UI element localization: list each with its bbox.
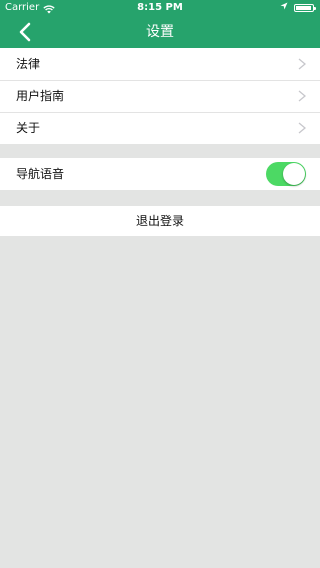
menu-item-label: 用户指南 (16, 89, 65, 103)
chevron-right-icon (298, 122, 306, 134)
nav-bar: 设置 (0, 16, 320, 48)
battery-icon (294, 4, 316, 12)
status-time: 8:15 PM (137, 2, 183, 13)
menu-item-user-guide[interactable]: 用户指南 (0, 80, 320, 112)
menu-item-label: 关于 (16, 121, 41, 135)
menu-group: 法律 用户指南 关于 (0, 48, 320, 144)
chevron-right-icon (298, 58, 306, 70)
page-title: 设置 (146, 24, 174, 40)
status-bar: Carrier 8:15 PM (0, 0, 320, 16)
toggle-knob (283, 163, 305, 185)
logout-button[interactable]: 退出登录 (0, 206, 320, 236)
nav-voice-row: 导航语音 (0, 158, 320, 190)
menu-item-about[interactable]: 关于 (0, 112, 320, 144)
menu-item-legal[interactable]: 法律 (0, 48, 320, 80)
nav-voice-toggle[interactable] (266, 162, 306, 186)
nav-voice-label: 导航语音 (16, 167, 65, 181)
menu-item-label: 法律 (16, 57, 41, 71)
location-arrow-icon (280, 0, 288, 16)
voice-group: 导航语音 (0, 158, 320, 190)
status-right (280, 0, 316, 16)
chevron-right-icon (298, 90, 306, 102)
header: Carrier 8:15 PM 设置 (0, 0, 320, 48)
